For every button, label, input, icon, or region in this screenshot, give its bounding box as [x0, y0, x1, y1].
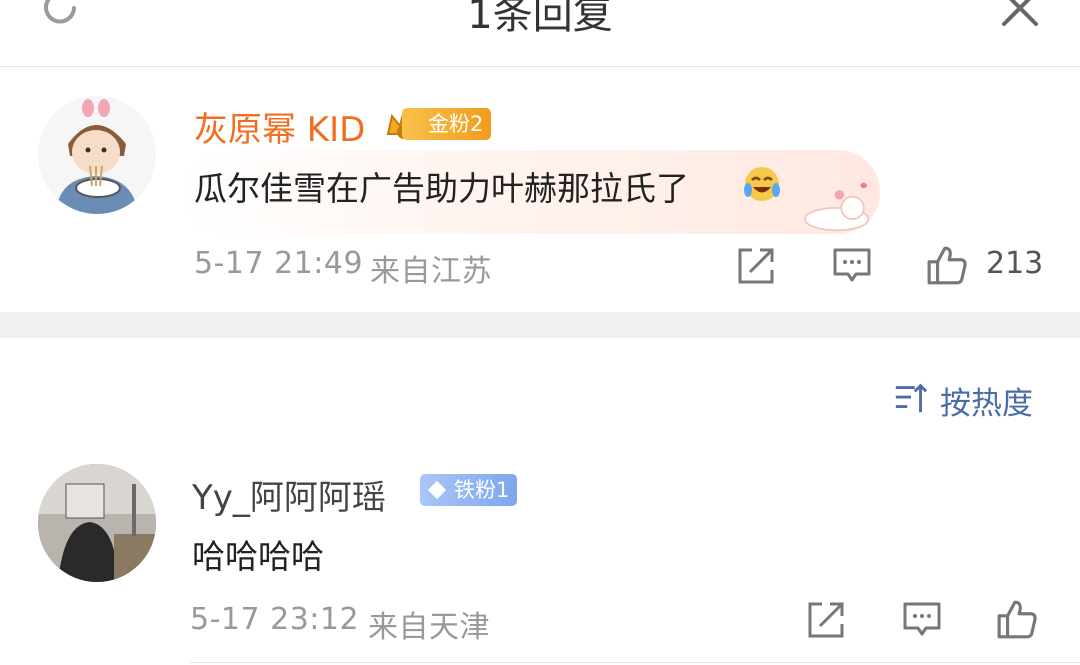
section-divider	[0, 312, 1080, 338]
sort-label: 按热度	[940, 386, 1033, 422]
gold-fan-badge[interactable]: 金粉2	[384, 104, 492, 140]
iron-fan-badge[interactable]: 铁粉1	[420, 474, 518, 506]
row-divider	[190, 662, 1080, 663]
page-title: 1条回复	[467, 0, 613, 38]
share-icon[interactable]	[736, 246, 776, 286]
reply-text: 哈哈哈哈	[192, 537, 324, 576]
crying-laugh-emoji-icon	[744, 167, 780, 201]
reply-avatar-photo	[38, 464, 156, 582]
reply-time: 5-17 23:12	[190, 602, 360, 637]
avatar-illustration	[38, 96, 156, 214]
header-bar: 1条回复	[0, 0, 1080, 67]
reply-comment-icon[interactable]	[902, 600, 942, 640]
comment-icon[interactable]	[832, 246, 872, 286]
reply-sheet: 1条回复 灰原幂 KID 金粉2 瓜尔佳雪在广告助力叶赫那拉氏了 5-17 21…	[0, 0, 1080, 665]
avatar[interactable]	[38, 96, 156, 214]
username[interactable]: 灰原幂 KID	[194, 102, 365, 151]
comment-text: 瓜尔佳雪在广告助力叶赫那拉氏了	[194, 169, 689, 208]
reply-avatar[interactable]	[38, 464, 156, 582]
like-count: 213	[986, 246, 1044, 281]
comment-location: 来自江苏	[370, 254, 492, 289]
reply-location: 来自天津	[368, 610, 490, 645]
diamond-icon	[427, 480, 447, 500]
reply-like-icon[interactable]	[996, 598, 1038, 640]
reply-username[interactable]: Yy_阿阿阿瑶	[192, 470, 386, 519]
reply-share-icon[interactable]	[806, 600, 846, 640]
comment-time: 5-17 21:49	[194, 246, 364, 281]
cat-sticker-icon	[804, 182, 870, 232]
close-icon[interactable]	[998, 0, 1042, 30]
like-icon[interactable]	[926, 244, 968, 286]
sort-icon	[895, 383, 928, 413]
badge-label: 金粉2	[402, 108, 492, 140]
